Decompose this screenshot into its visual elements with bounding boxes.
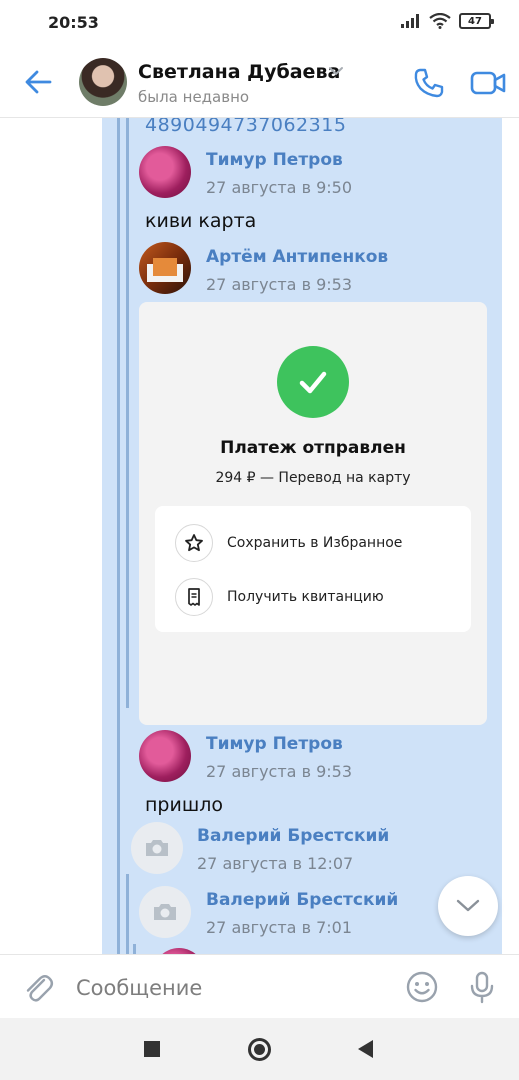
- sender-name[interactable]: Валерий Брестский: [197, 826, 389, 846]
- message-time: 27 августа в 9:53: [206, 762, 353, 781]
- receipt-icon: [175, 578, 213, 616]
- call-button[interactable]: [410, 64, 448, 102]
- paperclip-icon: [26, 975, 54, 1002]
- emoji-button[interactable]: [404, 969, 440, 1005]
- chat-area[interactable]: 4890494737062315 Тимур Петров 27 августа…: [0, 118, 519, 954]
- status-time: 20:53: [48, 13, 99, 32]
- forward-indent-line: [126, 874, 129, 954]
- system-navigation-bar: [0, 1018, 519, 1080]
- get-receipt-action: Получить квитанцию: [175, 578, 384, 616]
- camera-icon: [146, 840, 168, 856]
- avatar[interactable]: [139, 242, 191, 294]
- message-text: пришло: [145, 794, 223, 816]
- arrow-left-icon: [25, 70, 52, 94]
- microphone-icon: [470, 971, 494, 1004]
- avatar[interactable]: [131, 822, 183, 874]
- receipt-title: Платеж отправлен: [220, 438, 406, 458]
- status-icons: 47: [401, 13, 494, 29]
- message-time: 27 августа в 9:50: [206, 178, 353, 197]
- save-to-favorites-action: Сохранить в Избранное: [175, 524, 402, 562]
- action-label: Сохранить в Избранное: [227, 535, 403, 551]
- action-label: Получить квитанцию: [227, 589, 384, 605]
- message-input[interactable]: [76, 973, 376, 1003]
- forward-indent-line: [117, 118, 120, 954]
- back-triangle-icon[interactable]: [358, 1040, 373, 1058]
- sender-name[interactable]: Тимур Петров: [206, 734, 343, 754]
- camera-icon: [154, 904, 176, 920]
- avatar[interactable]: [139, 730, 191, 782]
- contact-status: была недавно: [138, 88, 250, 106]
- payment-receipt-image[interactable]: Платеж отправлен 294 ₽ — Перевод на карт…: [139, 302, 487, 725]
- back-button[interactable]: [20, 64, 56, 100]
- chevron-down-icon: [456, 899, 480, 912]
- signal-icon: [401, 14, 419, 28]
- forward-indent-line: [126, 118, 129, 708]
- contact-name[interactable]: Светлана Дубаева: [138, 61, 340, 83]
- chevron-down-icon[interactable]: [328, 66, 344, 76]
- message-text: киви карта: [145, 210, 257, 232]
- video-camera-icon: [470, 71, 506, 95]
- sender-name[interactable]: Артём Антипенков: [206, 247, 388, 267]
- check-icon: [277, 346, 349, 418]
- message-time: 27 августа в 12:07: [197, 854, 354, 873]
- voice-message-button[interactable]: [464, 969, 500, 1005]
- chat-header: Светлана Дубаева была недавно: [0, 46, 519, 118]
- home-icon[interactable]: [248, 1038, 271, 1061]
- message-composer: [0, 954, 519, 1018]
- sender-name[interactable]: Тимур Петров: [206, 150, 343, 170]
- scroll-down-button[interactable]: [438, 876, 498, 936]
- message-time: 27 августа в 9:53: [206, 275, 353, 294]
- sender-name[interactable]: Валерий Брестский: [206, 890, 398, 910]
- battery-level: 47: [468, 15, 482, 27]
- receipt-subtitle: 294 ₽ — Перевод на карту: [215, 470, 411, 486]
- attach-button[interactable]: [20, 969, 56, 1005]
- message-time: 27 августа в 7:01: [206, 918, 353, 937]
- forward-indent-line: [133, 944, 136, 954]
- receipt-actions-card: Сохранить в Избранное Получить квитанцию: [155, 506, 471, 632]
- wifi-icon: [429, 13, 451, 29]
- avatar[interactable]: [139, 146, 191, 198]
- contact-avatar[interactable]: [79, 58, 127, 106]
- video-call-button[interactable]: [468, 64, 508, 102]
- message-text: 4890494737062315: [145, 118, 347, 136]
- avatar[interactable]: [139, 886, 191, 938]
- star-icon: [175, 524, 213, 562]
- battery-icon: 47: [459, 13, 494, 29]
- phone-icon: [414, 68, 444, 98]
- smile-icon: [406, 971, 438, 1003]
- recent-apps-icon[interactable]: [144, 1041, 160, 1057]
- status-bar: 20:53 47: [0, 0, 519, 46]
